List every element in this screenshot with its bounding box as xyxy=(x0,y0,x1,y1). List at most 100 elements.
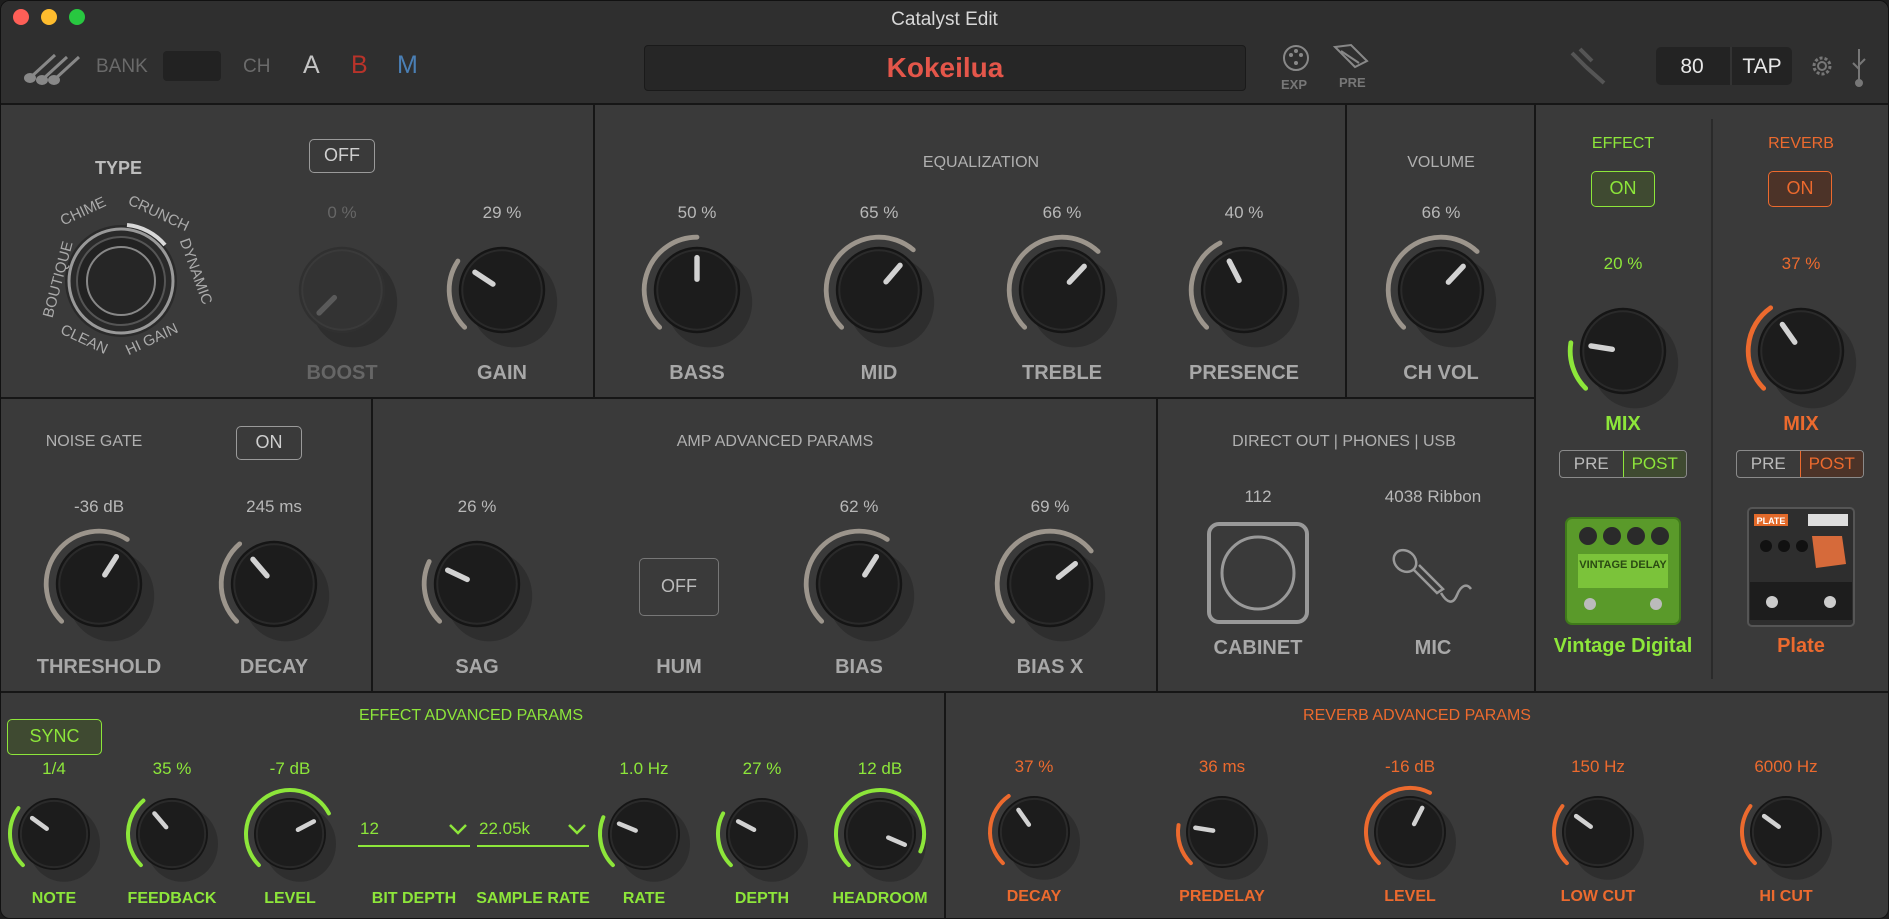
knob-graphic xyxy=(994,528,1106,642)
boost-label: BOOST xyxy=(306,362,378,384)
reverb-mix-knob[interactable] xyxy=(1741,291,1861,416)
treble-value: 66 % xyxy=(1042,203,1082,222)
reverb-pedal-text: PLATE xyxy=(1757,516,1786,526)
channel-m-button[interactable]: M xyxy=(397,51,418,80)
knob-cap xyxy=(255,799,325,869)
microphone-icon[interactable] xyxy=(1383,545,1483,615)
knob-graphic xyxy=(8,798,100,882)
effect-on-button[interactable]: ON xyxy=(1591,171,1655,207)
divider xyxy=(1534,103,1536,691)
mic-value: 4038 Ribbon xyxy=(1384,487,1482,506)
knob-graphic xyxy=(1740,796,1832,880)
sag-value: 26 % xyxy=(457,497,497,516)
tuner-fork-icon[interactable] xyxy=(1566,47,1610,87)
knob-cap xyxy=(58,543,140,625)
chvol-value: 66 % xyxy=(1421,203,1461,222)
knob-cap xyxy=(137,799,207,869)
threshold-knob[interactable] xyxy=(39,524,159,649)
effect-pre-option[interactable]: PRE xyxy=(1560,451,1623,477)
divider xyxy=(1711,119,1713,679)
cabinet-icon[interactable] xyxy=(1206,521,1310,625)
knob-cap xyxy=(1187,797,1257,867)
reverb-post-option[interactable]: POST xyxy=(1799,451,1863,477)
noise-gate-toggle-button[interactable]: ON xyxy=(236,426,302,460)
presence-label: PRESENCE xyxy=(1188,362,1300,384)
biasx-knob[interactable] xyxy=(990,524,1110,649)
chevron-down-icon xyxy=(449,824,467,835)
divider xyxy=(371,397,373,691)
channel-b-button[interactable]: B xyxy=(351,51,368,80)
preset-name[interactable]: Kokeilua xyxy=(644,45,1246,91)
bit-depth-value: 12 xyxy=(360,819,379,838)
hum-label: HUM xyxy=(656,656,702,678)
reverb-name[interactable]: Plate xyxy=(1726,635,1876,658)
bank-selector[interactable] xyxy=(163,51,221,81)
boost-toggle-button[interactable]: OFF xyxy=(309,139,375,173)
knob-graphic xyxy=(1364,786,1456,880)
reverb-decay-knob[interactable] xyxy=(984,782,1084,887)
predelay-knob[interactable] xyxy=(1172,782,1272,887)
depth-knob[interactable] xyxy=(712,784,812,889)
sag-knob[interactable] xyxy=(417,524,537,649)
headroom-knob[interactable] xyxy=(830,784,930,889)
gear-icon[interactable] xyxy=(1809,53,1835,79)
hi-cut-label: HI CUT xyxy=(1759,888,1813,905)
guitars-icon[interactable] xyxy=(21,49,81,85)
tap-tempo-button[interactable]: TAP xyxy=(1732,55,1792,79)
knob-cap xyxy=(19,799,89,869)
presence-value: 40 % xyxy=(1224,203,1264,222)
tempo-box: 80 TAP xyxy=(1656,47,1792,85)
usb-icon xyxy=(1852,49,1866,87)
reverb-pre-option[interactable]: PRE xyxy=(1737,451,1800,477)
effect-pre-post-toggle[interactable]: PRE POST xyxy=(1559,450,1687,478)
knob-cap xyxy=(818,543,900,625)
sample-rate-dropdown[interactable]: 22.05k xyxy=(477,815,589,847)
hi-cut-knob[interactable] xyxy=(1736,782,1836,887)
knob-graphic xyxy=(126,798,218,882)
presence-knob[interactable] xyxy=(1184,230,1304,355)
reverb-level-knob[interactable] xyxy=(1360,782,1460,887)
reverb-pre-post-toggle[interactable]: PRE POST xyxy=(1736,450,1864,478)
knob-pointer xyxy=(1588,343,1616,353)
sag-label: SAG xyxy=(455,656,499,678)
low-cut-value: 150 Hz xyxy=(1571,757,1625,776)
bass-knob[interactable] xyxy=(637,230,757,355)
low-cut-knob[interactable] xyxy=(1548,782,1648,887)
boost-knob[interactable] xyxy=(282,230,402,355)
channel-a-button[interactable]: A xyxy=(303,51,320,80)
vintage-delay-pedal-image[interactable]: VINTAGE DELAY xyxy=(1564,516,1682,626)
rate-knob[interactable] xyxy=(594,784,694,889)
sync-button[interactable]: SYNC xyxy=(7,719,102,755)
biasx-value: 69 % xyxy=(1030,497,1070,516)
feedback-knob[interactable] xyxy=(122,784,222,889)
note-value: 1/4 xyxy=(42,759,66,778)
fx-level-value: -7 dB xyxy=(269,759,311,778)
title-bar: Catalyst Edit xyxy=(1,1,1888,35)
mid-knob[interactable] xyxy=(819,230,939,355)
treble-knob[interactable] xyxy=(1002,230,1122,355)
reverb-decay-value: 37 % xyxy=(1014,757,1054,776)
expression-pedal-icon[interactable] xyxy=(1281,43,1311,73)
volume-title: VOLUME xyxy=(1407,154,1475,171)
note-knob[interactable] xyxy=(4,784,104,889)
fx-level-knob[interactable] xyxy=(240,784,340,889)
knob-graphic xyxy=(716,798,808,882)
effect-post-option[interactable]: POST xyxy=(1622,451,1686,477)
effect-mix-knob[interactable] xyxy=(1563,291,1683,416)
bias-knob[interactable] xyxy=(799,524,919,649)
plate-reverb-pedal-image[interactable]: PLATE xyxy=(1746,506,1856,628)
knob-graphic xyxy=(1567,307,1679,409)
effect-name[interactable]: Vintage Digital xyxy=(1548,635,1698,658)
pre-pedal-icon[interactable] xyxy=(1331,41,1371,71)
cabinet-label: CABINET xyxy=(1213,637,1303,659)
gain-knob[interactable] xyxy=(442,230,562,355)
amp-type-title: TYPE xyxy=(94,158,142,178)
hum-toggle-button[interactable]: OFF xyxy=(639,558,719,616)
knob-graphic xyxy=(988,794,1080,880)
reverb-level-value: -16 dB xyxy=(1384,757,1436,776)
bit-depth-dropdown[interactable]: 12 xyxy=(358,815,470,847)
chvol-knob[interactable] xyxy=(1381,230,1501,355)
tempo-value[interactable]: 80 xyxy=(1656,55,1728,79)
reverb-on-button[interactable]: ON xyxy=(1768,171,1832,207)
gate-decay-knob[interactable] xyxy=(214,524,334,649)
